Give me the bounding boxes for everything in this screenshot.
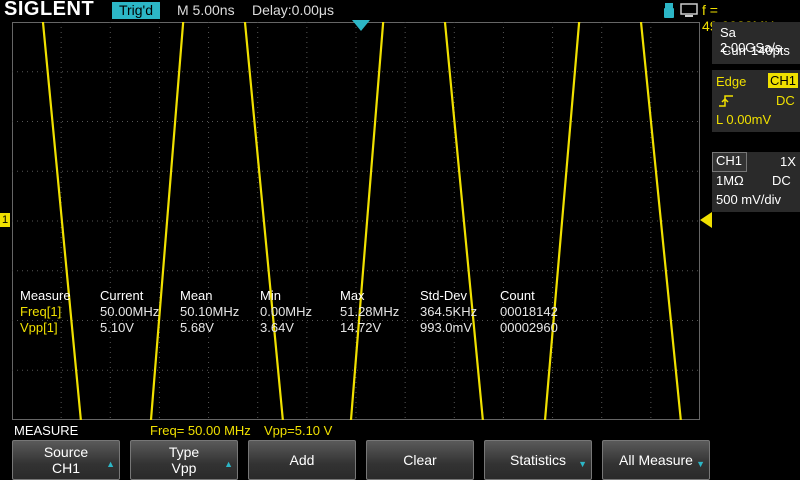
trace-segment (639, 22, 682, 420)
trigger-position-marker[interactable] (352, 20, 370, 32)
table-header-cell: Std-Dev (420, 288, 467, 303)
table-cell: 5.10V (100, 320, 134, 335)
all-measure-softkey[interactable]: All Measure ▼ (602, 440, 710, 480)
current-points: Curr 140pts (722, 43, 790, 58)
table-header-cell: Count (500, 288, 535, 303)
table-cell: 5.68V (180, 320, 214, 335)
clear-softkey[interactable]: Clear (366, 440, 474, 480)
vertical-scale: 500 mV/div (716, 192, 782, 207)
usb-icon (664, 3, 674, 18)
ch1-offset-marker[interactable]: 1 (0, 213, 10, 227)
type-softkey[interactable]: Type Vpp ▲ (130, 440, 238, 480)
info-panel: Sa 2.00GSa/s Curr 140pts Edge CH1 DC L 0… (712, 22, 800, 420)
up-arrow-icon: ▲ (106, 459, 115, 469)
table-cell: 364.5KHz (420, 304, 478, 319)
trace-segment (543, 22, 581, 420)
trigger-type: Edge (716, 74, 747, 89)
softkey-label: Clear (403, 452, 437, 468)
source-softkey[interactable]: Source CH1 ▲ (12, 440, 120, 480)
computer-icon (680, 3, 698, 17)
down-arrow-icon: ▼ (696, 459, 705, 469)
table-header-cell: Max (340, 288, 365, 303)
trigger-level-marker[interactable] (700, 212, 712, 228)
table-cell: 50.00MHz (100, 304, 160, 319)
table-header-cell: Min (260, 288, 281, 303)
menu-title: MEASURE (14, 423, 79, 438)
softkey-label: Type (168, 444, 200, 460)
down-arrow-icon: ▼ (578, 459, 587, 469)
table-cell: 0.00MHz (260, 304, 313, 319)
trace-segment (349, 22, 385, 420)
add-softkey[interactable]: Add (248, 440, 356, 480)
probe-ratio: 1X (780, 154, 796, 169)
trace-segment (149, 22, 185, 420)
channel-name: CH1 (712, 152, 747, 172)
table-header-cell: Mean (180, 288, 213, 303)
table-header-cell: Measure (20, 288, 71, 303)
table-cell: 00018142 (500, 304, 558, 319)
trigger-source: CH1 (768, 73, 799, 88)
vpp-readout: Vpp=5.10 V (264, 423, 333, 438)
table-cell: 50.10MHz (180, 304, 240, 319)
measure-bar (0, 420, 800, 438)
softkey-label: Add (289, 452, 315, 468)
waveform-display (12, 22, 700, 420)
delay-readout: Delay:0.00μs (252, 2, 334, 18)
channel-coupling: DC (772, 173, 791, 188)
statistics-softkey[interactable]: Statistics ▼ (484, 440, 592, 480)
table-cell: 51.28MHz (340, 304, 400, 319)
waveform-grid[interactable] (12, 22, 700, 420)
trigger-panel[interactable]: Edge CH1 DC L 0.00mV (712, 70, 800, 132)
softkey-value: CH1 (51, 460, 80, 476)
acquisition-panel: Sa 2.00GSa/s Curr 140pts (712, 22, 800, 64)
measurement-name: Vpp[1] (20, 320, 58, 335)
rising-edge-icon (719, 95, 733, 107)
trigger-level: L 0.00mV (716, 112, 772, 127)
softkey-label: All Measure (619, 452, 693, 468)
measurement-name: Freq[1] (20, 304, 62, 319)
table-cell: 14.72V (340, 320, 382, 335)
softkey-label: Source (43, 444, 89, 460)
table-cell: 3.64V (260, 320, 294, 335)
trigger-status-badge: Trig'd (112, 2, 160, 19)
channel-panel[interactable]: CH1 1X 1MΩ DC 500 mV/div (712, 152, 800, 212)
table-cell: 993.0mV (420, 320, 473, 335)
softkey-value: Vpp (171, 460, 197, 476)
table-cell: 00002960 (500, 320, 558, 335)
softkey-label: Statistics (509, 452, 566, 468)
freq-readout: Freq= 50.00 MHz (150, 423, 251, 438)
table-header-cell: Current (100, 288, 144, 303)
input-impedance: 1MΩ (716, 173, 744, 188)
timebase-readout: M 5.00ns (177, 2, 235, 18)
trigger-coupling: DC (776, 93, 795, 108)
brand-logo: SIGLENT (4, 0, 95, 20)
up-arrow-icon: ▲ (224, 459, 233, 469)
